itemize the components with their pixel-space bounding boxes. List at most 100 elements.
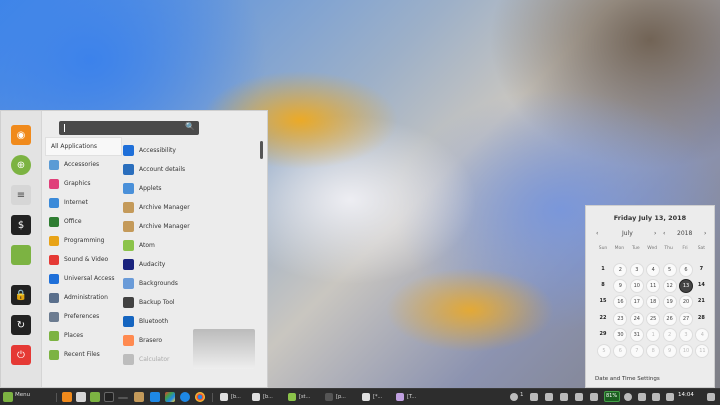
taskbar-window-button[interactable]: [*... xyxy=(362,391,382,403)
launcher-terminal-icon[interactable] xyxy=(104,392,114,402)
network-icon[interactable] xyxy=(545,393,553,401)
calendar-day[interactable]: 18 xyxy=(646,295,661,310)
calendar-day[interactable]: 26 xyxy=(662,311,677,326)
category-item[interactable]: Programming xyxy=(45,232,115,249)
calendar-day[interactable]: 12 xyxy=(662,279,677,294)
launcher-settings-icon[interactable] xyxy=(76,392,86,402)
calendar-day[interactable]: 23 xyxy=(613,311,628,326)
launcher-browser-icon[interactable] xyxy=(180,392,190,402)
calendar-day[interactable]: 13 xyxy=(679,279,693,294)
taskbar-window-button[interactable]: [b... xyxy=(252,391,273,403)
category-item[interactable]: Places xyxy=(45,327,115,344)
update-icon[interactable] xyxy=(624,393,632,401)
logout-icon[interactable]: ↻ xyxy=(11,315,31,335)
launcher-files-icon[interactable] xyxy=(90,392,100,402)
launcher-paint-icon[interactable] xyxy=(165,392,175,402)
calendar-day[interactable]: 19 xyxy=(662,295,677,310)
app-item[interactable]: Accessibility xyxy=(119,142,259,159)
lock-icon[interactable]: 🔒 xyxy=(11,285,31,305)
app-item[interactable]: Atom xyxy=(119,237,259,254)
calendar-day[interactable]: 30 xyxy=(613,327,628,342)
calendar-day[interactable]: 24 xyxy=(629,311,644,326)
category-item[interactable]: Accessories xyxy=(45,156,115,173)
mail-icon[interactable] xyxy=(560,393,568,401)
launcher-firefox-icon[interactable] xyxy=(62,392,72,402)
app-item[interactable]: Bluetooth xyxy=(119,313,259,330)
app-item[interactable]: Applets xyxy=(119,180,259,197)
globe-icon[interactable]: ⊕ xyxy=(11,155,31,175)
calendar-day[interactable]: 6 xyxy=(613,344,628,358)
next-year-button[interactable]: › xyxy=(704,230,706,237)
category-item[interactable]: Office xyxy=(45,213,115,230)
calendar-day[interactable]: 7 xyxy=(629,344,644,358)
calendar-day[interactable]: 9 xyxy=(613,279,628,294)
category-item[interactable]: Preferences xyxy=(45,308,115,325)
user-icon[interactable] xyxy=(530,393,538,401)
calendar-day[interactable]: 21 xyxy=(695,295,707,307)
calendar-day[interactable]: 8 xyxy=(646,344,661,358)
wifi-icon[interactable] xyxy=(590,393,598,401)
calendar-day[interactable]: 15 xyxy=(597,295,609,307)
category-item[interactable]: Recent Files xyxy=(45,346,115,363)
calendar-day[interactable]: 8 xyxy=(597,279,609,291)
settings-icon[interactable]: ≡ xyxy=(11,185,31,205)
terminal-icon[interactable]: $ xyxy=(11,215,31,235)
taskbar-window-button[interactable]: [T... xyxy=(396,391,416,403)
category-item[interactable]: Administration xyxy=(45,289,115,306)
firefox-icon[interactable]: ◉ xyxy=(11,125,31,145)
app-item[interactable]: Account details xyxy=(119,161,259,178)
app-item[interactable]: Archive Manager xyxy=(119,199,259,216)
calendar-day[interactable]: 31 xyxy=(629,327,644,342)
app-item[interactable]: Archive Manager xyxy=(119,218,259,235)
prev-month-button[interactable]: ‹ xyxy=(596,230,598,237)
calendar-day[interactable]: 27 xyxy=(679,311,693,326)
taskbar-window-button[interactable]: [b... xyxy=(220,391,241,403)
calendar-day[interactable]: 3 xyxy=(679,327,693,342)
menu-icon[interactable] xyxy=(3,392,13,402)
calendar-day[interactable]: 10 xyxy=(679,344,693,358)
calendar-day[interactable]: 2 xyxy=(613,263,628,277)
info-icon[interactable] xyxy=(510,393,518,401)
calendar-day[interactable]: 11 xyxy=(695,344,710,358)
workspace-indicator[interactable]: 1 xyxy=(520,392,524,398)
launcher-chrome-icon[interactable] xyxy=(195,392,205,402)
category-item[interactable]: All Applications xyxy=(45,137,122,156)
calendar-day[interactable]: 16 xyxy=(613,295,628,310)
menu-button-label[interactable]: Menu xyxy=(15,392,30,398)
calendar-day[interactable]: 4 xyxy=(646,263,661,277)
app-item[interactable]: Audacity xyxy=(119,256,259,273)
calendar-day[interactable]: 14 xyxy=(695,279,707,291)
category-item[interactable]: Graphics xyxy=(45,175,115,192)
calendar-day[interactable]: 28 xyxy=(695,312,707,324)
power-icon[interactable]: ⏻ xyxy=(11,345,31,365)
folder-icon[interactable] xyxy=(11,245,31,265)
calendar-day[interactable]: 4 xyxy=(695,327,710,342)
show-desktop-icon[interactable] xyxy=(707,393,715,401)
apps-scrollbar[interactable] xyxy=(260,141,263,159)
calendar-day[interactable]: 9 xyxy=(662,344,677,358)
calendar-day[interactable]: 22 xyxy=(597,312,609,324)
calendar-day[interactable]: 5 xyxy=(597,344,611,358)
calendar-day[interactable]: 10 xyxy=(629,279,644,294)
taskbar-window-button[interactable]: [p... xyxy=(325,391,346,403)
calendar-day[interactable]: 1 xyxy=(597,263,609,275)
clock[interactable]: 14:04 xyxy=(678,392,694,398)
calendar-day[interactable]: 3 xyxy=(629,263,644,277)
category-item[interactable]: Universal Access xyxy=(45,270,115,287)
calendar-day[interactable]: 11 xyxy=(646,279,661,294)
calendar-day[interactable]: 20 xyxy=(679,295,693,310)
calendar-day[interactable]: 25 xyxy=(646,311,661,326)
category-item[interactable]: Internet xyxy=(45,194,115,211)
calendar-day[interactable]: 17 xyxy=(629,295,644,310)
calendar-day[interactable]: 7 xyxy=(695,263,707,275)
launcher-app-icon[interactable] xyxy=(150,392,160,402)
prev-year-button[interactable]: ‹ xyxy=(663,230,665,237)
app-item[interactable]: Backup Tool xyxy=(119,294,259,311)
taskbar-window-button[interactable]: [st... xyxy=(288,391,310,403)
calendar-day[interactable]: 1 xyxy=(646,327,661,342)
date-time-settings-link[interactable]: Date and Time Settings xyxy=(595,376,660,382)
next-month-button[interactable]: › xyxy=(654,230,656,237)
category-item[interactable]: Sound & Video xyxy=(45,251,115,268)
calendar-day[interactable]: 29 xyxy=(597,328,609,340)
calendar-day[interactable]: 2 xyxy=(662,327,677,342)
